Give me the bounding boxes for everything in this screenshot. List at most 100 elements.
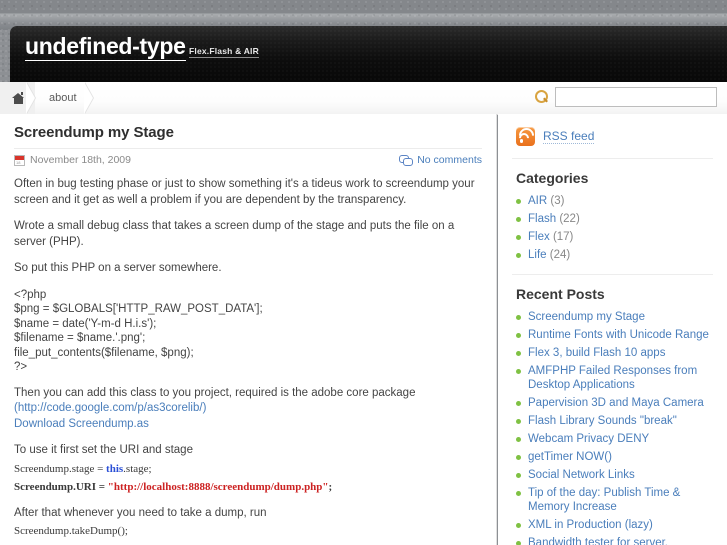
list-item[interactable]: Tip of the day: Publish Time & Memory In… bbox=[516, 484, 713, 516]
bullet-icon bbox=[516, 418, 521, 424]
breadcrumb: about bbox=[0, 82, 94, 114]
rss-icon bbox=[515, 124, 538, 147]
download-link[interactable]: Download Screendump.as bbox=[14, 418, 149, 430]
bullet-icon bbox=[516, 436, 521, 442]
post-date-label: November 18th, 2009 bbox=[30, 154, 131, 166]
php-code-block: <?php $png = $GLOBALS['HTTP_RAW_POST_DAT… bbox=[14, 288, 263, 374]
category-count: (17) bbox=[552, 231, 574, 243]
code-keyword-this: this bbox=[106, 462, 124, 475]
list-item[interactable]: Flex (17) bbox=[516, 228, 713, 246]
list-item[interactable]: Webcam Privacy DENY bbox=[516, 430, 713, 448]
comments-icon bbox=[399, 154, 414, 166]
bullet-icon bbox=[516, 332, 521, 338]
category-link[interactable]: AIR bbox=[528, 195, 547, 207]
search-icon[interactable] bbox=[535, 90, 549, 104]
search-area bbox=[535, 87, 717, 107]
bullet-icon bbox=[516, 234, 521, 240]
recent-posts-list: Screendump my Stage Runtime Fonts with U… bbox=[516, 308, 713, 545]
core-package-text: Then you can add this class to you proje… bbox=[14, 386, 416, 399]
bullet-icon bbox=[516, 522, 521, 528]
code-stage-suffix: .stage; bbox=[123, 462, 152, 475]
code-uri-line: Screendump.URI = "http://localhost:8888/… bbox=[14, 480, 482, 495]
bullet-icon bbox=[516, 368, 521, 374]
recent-posts-block: Recent Posts Screendump my Stage Runtime… bbox=[512, 275, 713, 545]
list-item[interactable]: Runtime Fonts with Unicode Range bbox=[516, 326, 713, 344]
bullet-icon bbox=[516, 252, 521, 258]
post-paragraph: So put this PHP on a server somewhere. bbox=[14, 262, 222, 274]
recent-post-link[interactable]: Social Network Links bbox=[528, 468, 635, 482]
code-uri-suffix: ; bbox=[328, 480, 333, 493]
list-item[interactable]: Flex 3, build Flash 10 apps bbox=[516, 344, 713, 362]
home-icon bbox=[12, 92, 25, 104]
recent-post-link[interactable]: Screendump my Stage bbox=[528, 310, 645, 324]
post-paragraph: Wrote a small debug class that takes a s… bbox=[14, 220, 455, 248]
category-count: (22) bbox=[559, 213, 580, 225]
bullet-icon bbox=[516, 472, 521, 478]
category-count: (3) bbox=[550, 195, 565, 207]
post-title[interactable]: Screendump my Stage bbox=[14, 124, 482, 141]
recent-post-link[interactable]: AMFPHP Failed Responses from Desktop App… bbox=[528, 364, 713, 392]
nav-item-label: about bbox=[49, 92, 77, 104]
list-item[interactable]: Flash (22) bbox=[516, 210, 713, 228]
bullet-icon bbox=[516, 314, 521, 320]
list-item[interactable]: Screendump my Stage bbox=[516, 308, 713, 326]
list-item[interactable]: XML in Production (lazy) bbox=[516, 516, 713, 534]
rss-feed-row[interactable]: RSS feed bbox=[512, 114, 713, 159]
run-text: After that whenever you need to take a d… bbox=[14, 506, 267, 519]
post-paragraph: Often in bug testing phase or just to sh… bbox=[14, 178, 475, 206]
site-header: undefined-type Flex.Flash & AIR bbox=[10, 26, 727, 82]
list-item[interactable]: AMFPHP Failed Responses from Desktop App… bbox=[516, 362, 713, 394]
post-date: 18 November 18th, 2009 bbox=[14, 154, 131, 166]
categories-list: AIR (3) Flash (22) Flex (17) Life (24) bbox=[516, 192, 713, 264]
list-item[interactable]: Papervision 3D and Maya Camera bbox=[516, 394, 713, 412]
recent-post-link[interactable]: Bandwidth tester for server. bbox=[528, 536, 668, 545]
categories-heading: Categories bbox=[516, 170, 589, 186]
code-uri-prefix: Screendump.URI = bbox=[14, 480, 108, 493]
bullet-icon bbox=[516, 350, 521, 356]
recent-post-link[interactable]: Webcam Privacy DENY bbox=[528, 432, 649, 446]
navigation-bar: about bbox=[0, 82, 727, 115]
recent-post-link[interactable]: XML in Production (lazy) bbox=[528, 518, 653, 532]
list-item[interactable]: Life (24) bbox=[516, 246, 713, 264]
recent-post-link[interactable]: Papervision 3D and Maya Camera bbox=[528, 396, 704, 410]
recent-post-link[interactable]: Flex 3, build Flash 10 apps bbox=[528, 346, 665, 360]
list-item[interactable]: Bandwidth tester for server. bbox=[516, 534, 713, 545]
post-comments[interactable]: No comments bbox=[399, 154, 482, 166]
recent-post-link[interactable]: Tip of the day: Publish Time & Memory In… bbox=[528, 486, 713, 514]
usage-text: To use it first set the URI and stage bbox=[14, 444, 193, 456]
bullet-icon bbox=[516, 454, 521, 460]
post-meta: 18 November 18th, 2009 No comments bbox=[14, 148, 482, 166]
code-stage-prefix: Screendump.stage = bbox=[14, 462, 107, 475]
site-tagline: Flex.Flash & AIR bbox=[188, 46, 259, 58]
category-link[interactable]: Life bbox=[528, 249, 547, 261]
category-count: (24) bbox=[549, 249, 571, 261]
post-comments-label[interactable]: No comments bbox=[417, 154, 482, 166]
recent-post-link[interactable]: Flash Library Sounds "break" bbox=[528, 414, 677, 428]
category-link[interactable]: Flash bbox=[528, 213, 556, 225]
recent-posts-heading: Recent Posts bbox=[516, 286, 605, 302]
category-link[interactable]: Flex bbox=[528, 231, 550, 243]
recent-post-link[interactable]: Runtime Fonts with Unicode Range bbox=[528, 328, 709, 342]
calendar-icon: 18 bbox=[14, 154, 25, 166]
code-run-line: Screendump.takeDump(); bbox=[14, 525, 128, 537]
list-item[interactable]: AIR (3) bbox=[516, 192, 713, 210]
core-package-link[interactable]: (http://code.google.com/p/as3corelib/) bbox=[14, 402, 206, 414]
search-input[interactable] bbox=[555, 87, 717, 107]
main-content: Screendump my Stage 18 November 18th, 20… bbox=[0, 114, 497, 545]
site-branding[interactable]: undefined-type Flex.Flash & AIR bbox=[25, 33, 259, 61]
post-paragraph: Then you can add this class to you proje… bbox=[14, 386, 482, 433]
list-item[interactable]: Social Network Links bbox=[516, 466, 713, 484]
rss-feed-link[interactable]: RSS feed bbox=[543, 129, 595, 144]
bullet-icon bbox=[516, 198, 521, 204]
page-root: undefined-type Flex.Flash & AIR about Sc… bbox=[0, 0, 727, 545]
code-uri-string: "http://localhost:8888/screendump/dump.p… bbox=[107, 480, 329, 493]
bullet-icon bbox=[516, 216, 521, 222]
list-item[interactable]: Flash Library Sounds "break" bbox=[516, 412, 713, 430]
nav-item-about[interactable]: about bbox=[35, 82, 94, 114]
categories-block: Categories AIR (3) Flash (22) Flex (17) … bbox=[512, 159, 713, 275]
recent-post-link[interactable]: getTimer NOW() bbox=[528, 450, 612, 464]
breadcrumb-home[interactable] bbox=[0, 82, 36, 114]
bullet-icon bbox=[516, 400, 521, 406]
site-title[interactable]: undefined-type bbox=[25, 33, 186, 61]
list-item[interactable]: getTimer NOW() bbox=[516, 448, 713, 466]
